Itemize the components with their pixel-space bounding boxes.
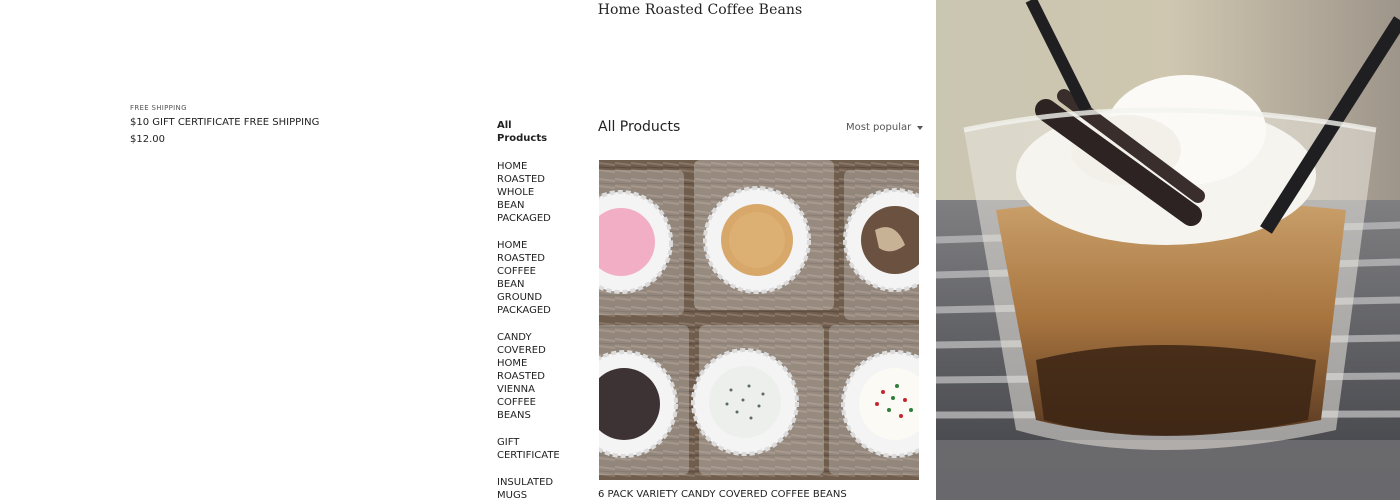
coffee-drink-photo (936, 0, 1400, 500)
category-whole-bean[interactable]: HOME ROASTED WHOLE BEAN PACKAGED (497, 160, 559, 225)
product-card-name[interactable]: 6 PACK VARIETY CANDY COVERED COFFEE BEAN… (598, 489, 847, 500)
product-image[interactable] (599, 160, 919, 480)
caret-down-icon (917, 125, 924, 130)
sort-label: Most popular (846, 122, 912, 133)
category-nav: All Products HOME ROASTED WHOLE BEAN PAC… (497, 119, 560, 500)
hero-image (936, 0, 1400, 500)
category-all-products[interactable]: All Products (497, 119, 559, 145)
category-gift-certificate[interactable]: GIFT CERTIFICATE (497, 436, 560, 462)
featured-kicker: FREE SHIPPING (130, 104, 187, 112)
featured-product-name[interactable]: $10 GIFT CERTIFICATE FREE SHIPPING (130, 117, 390, 128)
candy-cups-photo (599, 160, 919, 480)
category-candy-covered[interactable]: CANDY COVERED HOME ROASTED VIENNA COFFEE… (497, 331, 559, 422)
category-insulated-mugs[interactable]: INSULATED MUGS (497, 476, 559, 500)
featured-product[interactable]: FREE SHIPPING $10 GIFT CERTIFICATE FREE … (130, 104, 390, 145)
sort-dropdown[interactable]: Most popular (846, 122, 924, 133)
category-ground[interactable]: HOME ROASTED COFFEE BEAN GROUND PACKAGED (497, 239, 559, 317)
store-title[interactable]: Home Roasted Coffee Beans (560, 2, 840, 18)
products-heading: All Products (598, 119, 681, 135)
featured-product-price: $12.00 (130, 134, 165, 145)
